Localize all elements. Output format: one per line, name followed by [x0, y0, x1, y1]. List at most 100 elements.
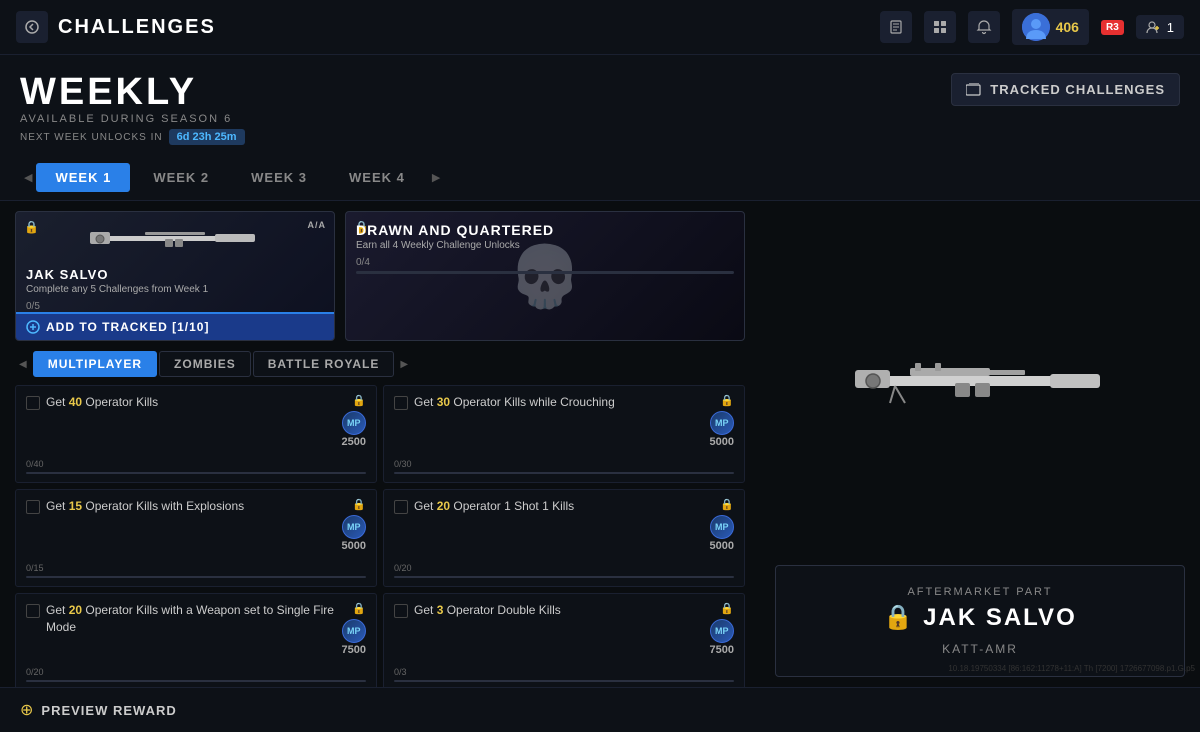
challenge-item-6[interactable]: Get 3 Operator Double Kills 🔒 MP 7500 0/… [383, 593, 745, 687]
challenge-6-checkbox[interactable] [394, 604, 408, 618]
challenge-1-checkbox[interactable] [26, 396, 40, 410]
challenge-5-xp-icon: MP [342, 619, 366, 643]
jak-lock-icon: 🔒 [24, 220, 39, 234]
challenge-6-header: Get 3 Operator Double Kills 🔒 MP 7500 [394, 602, 734, 656]
tab-multiplayer[interactable]: MULTIPLAYER [33, 351, 157, 377]
aftermarket-name-text: JAK SALVO [923, 604, 1077, 632]
challenge-item-2[interactable]: Get 30 Operator Kills while Crouching 🔒 … [383, 385, 745, 483]
challenge-3-xp-icon: MP [342, 515, 366, 539]
bell-icon-btn[interactable] [968, 11, 1000, 43]
challenge-5-header: Get 20 Operator Kills with a Weapon set … [26, 602, 366, 656]
challenge-2-bar [394, 472, 734, 474]
challenge-6-progress-text: 0/3 [394, 667, 407, 677]
challenge-5-progress-text: 0/20 [26, 667, 44, 677]
challenge-2-lock: 🔒 [720, 394, 734, 407]
challenge-4-progress: 0/20 [394, 558, 734, 578]
challenge-item-5[interactable]: Get 20 Operator Kills with a Weapon set … [15, 593, 377, 687]
challenges-grid: Get 40 Operator Kills 🔒 MP 2500 0/40 [15, 385, 745, 687]
challenge-2-xp-badge: MP 5000 [710, 411, 734, 448]
challenge-item-3[interactable]: Get 15 Operator Kills with Explosions 🔒 … [15, 489, 377, 587]
challenge-1-progress-text: 0/40 [26, 459, 44, 469]
challenge-item-1[interactable]: Get 40 Operator Kills 🔒 MP 2500 0/40 [15, 385, 377, 483]
aftermarket-panel: AFTERMARKET PART 🔒 JAK SALVO KATT-AMR [775, 565, 1185, 677]
challenge-2-xp-icon: MP [710, 411, 734, 435]
tab-week4[interactable]: WEEK 4 [330, 163, 424, 192]
tracked-label: TRACKED CHALLENGES [990, 82, 1165, 97]
challenge-1-lock: 🔒 [352, 394, 366, 407]
tab-week2[interactable]: WEEK 2 [134, 163, 228, 192]
player-badge[interactable]: 406 [1012, 9, 1089, 45]
challenge-4-right: 🔒 MP 5000 [710, 498, 734, 552]
tab-week3[interactable]: WEEK 3 [232, 163, 326, 192]
tab-left-icon: ◀ [24, 171, 32, 184]
challenge-item-4[interactable]: Get 20 Operator 1 Shot 1 Kills 🔒 MP 5000… [383, 489, 745, 587]
tracked-challenges-button[interactable]: TRACKED CHALLENGES [951, 73, 1180, 106]
challenge-5-progress: 0/20 [26, 662, 366, 682]
friends-count: 1 [1167, 20, 1174, 35]
challenge-4-xp: 5000 [710, 540, 734, 552]
challenge-5-lock: 🔒 [352, 602, 366, 615]
aftermarket-label: AFTERMARKET PART [796, 586, 1164, 598]
challenge-1-xp-badge: MP 2500 [342, 411, 366, 448]
avatar [1022, 13, 1050, 41]
player-xp: 406 [1056, 19, 1079, 35]
challenge-1-progress: 0/40 [26, 454, 366, 474]
tab-battle-royale[interactable]: BATTLE ROYALE [253, 351, 395, 377]
jak-salvo-card[interactable]: 🔒 A/A JAK SALVO Complete any 5 Challenge… [15, 211, 335, 341]
add-tracked-label: ADD TO TRACKED [1/10] [46, 320, 209, 334]
challenge-3-right: 🔒 MP 5000 [342, 498, 366, 552]
challenge-3-progress-text: 0/15 [26, 563, 44, 573]
challenge-3-text: Get 15 Operator Kills with Explosions [46, 498, 336, 515]
tab-week1[interactable]: WEEK 1 [36, 163, 130, 192]
challenge-4-checkbox[interactable] [394, 500, 408, 514]
drawn-progress: 0/4 [346, 253, 744, 282]
friends-button[interactable]: 1 [1136, 15, 1184, 39]
grid-icon-btn[interactable] [924, 11, 956, 43]
aftermarket-name: 🔒 JAK SALVO [796, 603, 1164, 632]
weapon-display [775, 211, 1185, 555]
challenge-3-progress: 0/15 [26, 558, 366, 578]
challenge-6-progress: 0/3 [394, 662, 734, 682]
challenge-6-text: Get 3 Operator Double Kills [414, 602, 704, 619]
document-icon-btn[interactable] [880, 11, 912, 43]
weekly-subtitle: AVAILABLE DURING SEASON 6 [20, 113, 245, 125]
header-title: CHALLENGES [58, 16, 216, 39]
challenge-1-bar [26, 472, 366, 474]
challenge-2-header: Get 30 Operator Kills while Crouching 🔒 … [394, 394, 734, 448]
challenge-6-xp-icon: MP [710, 619, 734, 643]
tab-zombies[interactable]: ZOMBIES [159, 351, 251, 377]
weekly-header: WEEKLY AVAILABLE DURING SEASON 6 NEXT WE… [0, 55, 1200, 155]
weekly-left: WEEKLY AVAILABLE DURING SEASON 6 NEXT WE… [20, 73, 245, 145]
unlock-time: 6d 23h 25m [169, 129, 245, 145]
reward-cards: 🔒 A/A JAK SALVO Complete any 5 Challenge… [15, 211, 745, 341]
debug-bar: 10.18.19750334 [86:162:11278+11:A] Th [7… [943, 662, 1200, 675]
preview-text: PREVIEW REWARD [41, 703, 176, 718]
challenge-6-bar [394, 680, 734, 682]
add-tracked-button[interactable]: ADD TO TRACKED [1/10] [16, 312, 334, 340]
week-tabs: ◀ WEEK 1 WEEK 2 WEEK 3 WEEK 4 ▶ [0, 155, 1200, 201]
challenge-2-progress-text: 0/30 [394, 459, 412, 469]
challenge-1-text: Get 40 Operator Kills [46, 394, 336, 411]
challenge-3-xp: 5000 [342, 540, 366, 552]
tab-right-icon: ▶ [432, 171, 440, 184]
aftermarket-sub: KATT-AMR [796, 642, 1164, 656]
preview-reward-button[interactable]: ⊕ PREVIEW REWARD [0, 687, 1200, 732]
right-panel: AFTERMARKET PART 🔒 JAK SALVO KATT-AMR [760, 201, 1200, 687]
challenge-4-text: Get 20 Operator 1 Shot 1 Kills [414, 498, 704, 515]
challenge-1-right: 🔒 MP 2500 [342, 394, 366, 448]
drawn-quartered-card[interactable]: 🔒 💀 DRAWN AND QUARTERED Earn all 4 Weekl… [345, 211, 745, 341]
drawn-progress-text: 0/4 [356, 257, 734, 268]
challenge-3-checkbox[interactable] [26, 500, 40, 514]
weekly-title: WEEKLY [20, 73, 245, 111]
back-button[interactable] [16, 11, 48, 43]
challenge-4-header: Get 20 Operator 1 Shot 1 Kills 🔒 MP 5000 [394, 498, 734, 552]
challenge-2-text: Get 30 Operator Kills while Crouching [414, 394, 704, 411]
challenge-2-right: 🔒 MP 5000 [710, 394, 734, 448]
jak-tag: A/A [308, 220, 327, 230]
challenge-5-checkbox[interactable] [26, 604, 40, 618]
challenge-3-xp-badge: MP 5000 [342, 515, 366, 552]
main-content: 🔒 A/A JAK SALVO Complete any 5 Challenge… [0, 201, 1200, 687]
weekly-unlock: NEXT WEEK UNLOCKS IN 6d 23h 25m [20, 129, 245, 145]
challenge-4-bar [394, 576, 734, 578]
challenge-2-checkbox[interactable] [394, 396, 408, 410]
